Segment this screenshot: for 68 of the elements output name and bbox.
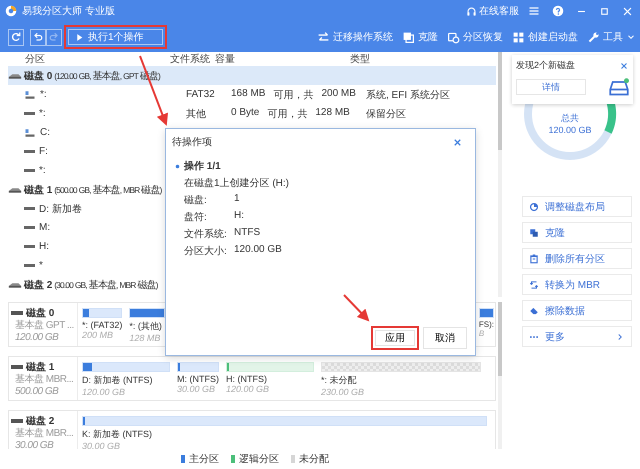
notification-text: 发现2个新磁盘 — [516, 59, 576, 72]
partition-label: *: 未分配 — [321, 374, 358, 387]
partition-name: C: — [40, 127, 50, 138]
total-label: 总共 — [561, 112, 579, 125]
partition-size: 230.00 GB — [321, 387, 366, 397]
operation-title: 操作 1/1 — [184, 160, 221, 173]
partition-name: * — [39, 260, 43, 271]
field-label: 磁盘: — [184, 194, 208, 207]
disk-type: 基本盘 MBR... — [14, 428, 74, 440]
dialog-title: 待操作项 — [172, 136, 212, 149]
column-header: 容量 — [215, 52, 236, 66]
partition-size: 120.00 GB — [82, 387, 126, 397]
type-cell: 保留分区 — [366, 108, 406, 120]
free-space: 0 Byte — [231, 106, 260, 120]
legend-label: 主分区 — [189, 452, 219, 466]
type-cell: 系统, EFI 系统分区 — [366, 90, 450, 100]
legend-label: 逻辑分区 — [239, 452, 279, 466]
partition-name: M: — [39, 222, 50, 233]
field-value: 120.00 GB — [234, 244, 282, 257]
field-value: NTFS — [234, 227, 262, 240]
partition-name: *: — [40, 89, 47, 100]
field-value: 1 — [234, 193, 241, 206]
partition-size: 30.00 GB — [82, 441, 122, 449]
partition-label: *: (FAT32) — [82, 320, 122, 330]
legend-label: 未分配 — [299, 452, 329, 466]
filesystem-cell: 其他 — [186, 108, 206, 120]
total-value: 120.00 GB — [548, 125, 592, 135]
disk-label: 磁盘 2 (30.00 GB, 基本盘, MBR 磁盘) — [24, 278, 158, 292]
operation-description: 在磁盘1上创建分区 (H:) — [183, 176, 290, 190]
partition-size: B — [478, 329, 486, 338]
column-header: 分区 — [24, 53, 46, 66]
field-label: 分区大小: — [184, 244, 228, 258]
disk-type: 基本盘 MBR... — [14, 374, 74, 386]
partition-label: FS): — [478, 320, 494, 329]
partition-label: *: (其他) — [129, 320, 163, 333]
capacity-label: 可用，共 — [273, 88, 314, 102]
partition-name: H: — [39, 241, 49, 252]
disk-name: 磁盘 2 — [26, 414, 54, 428]
partition-label: K: 新加卷 (NTFS) — [82, 428, 153, 441]
column-header: 文件系统 — [170, 52, 211, 66]
partition-size: 200 MB — [82, 330, 114, 340]
partition-name: F: — [39, 146, 48, 157]
partition-label: D: 新加卷 (NTFS) — [82, 374, 154, 387]
disk-name: 磁盘 1 — [26, 360, 54, 374]
partition-name: *: — [39, 165, 46, 176]
field-label: 文件系统: — [184, 228, 228, 241]
partition-size: 120.00 GB — [226, 384, 270, 394]
disk-size: 30.00 GB — [14, 440, 54, 449]
disk-name: 磁盘 0 — [26, 306, 54, 320]
free-space: 168 MB — [231, 88, 266, 100]
total-size: 200 MB — [321, 88, 356, 100]
window-title: 易我分区大师 专业版 — [22, 4, 115, 18]
disk-type: 基本盘 GPT ... — [14, 320, 75, 332]
partition-name: D: 新加卷 — [39, 202, 82, 216]
capacity-label: 可用，共 — [267, 108, 308, 120]
column-header: 类型 — [350, 52, 371, 66]
field-label: 盘符: — [184, 211, 208, 224]
partition-size: 128 MB — [129, 333, 162, 343]
disk-label: 磁盘 1 (500.00 GB, 基本盘, MBR 磁盘) — [24, 184, 162, 196]
disk-size: 120.00 GB — [14, 332, 60, 344]
partition-name: *: — [39, 108, 46, 119]
filesystem-cell: FAT32 — [186, 89, 215, 100]
partition-size: 30.00 GB — [177, 384, 216, 394]
partition-label: H: (NTFS) — [226, 374, 268, 384]
partition-label: M: (NTFS) — [177, 374, 219, 384]
disk-size: 500.00 GB — [14, 386, 60, 398]
field-value: H: — [234, 210, 245, 223]
total-size: 128 MB — [315, 106, 350, 120]
